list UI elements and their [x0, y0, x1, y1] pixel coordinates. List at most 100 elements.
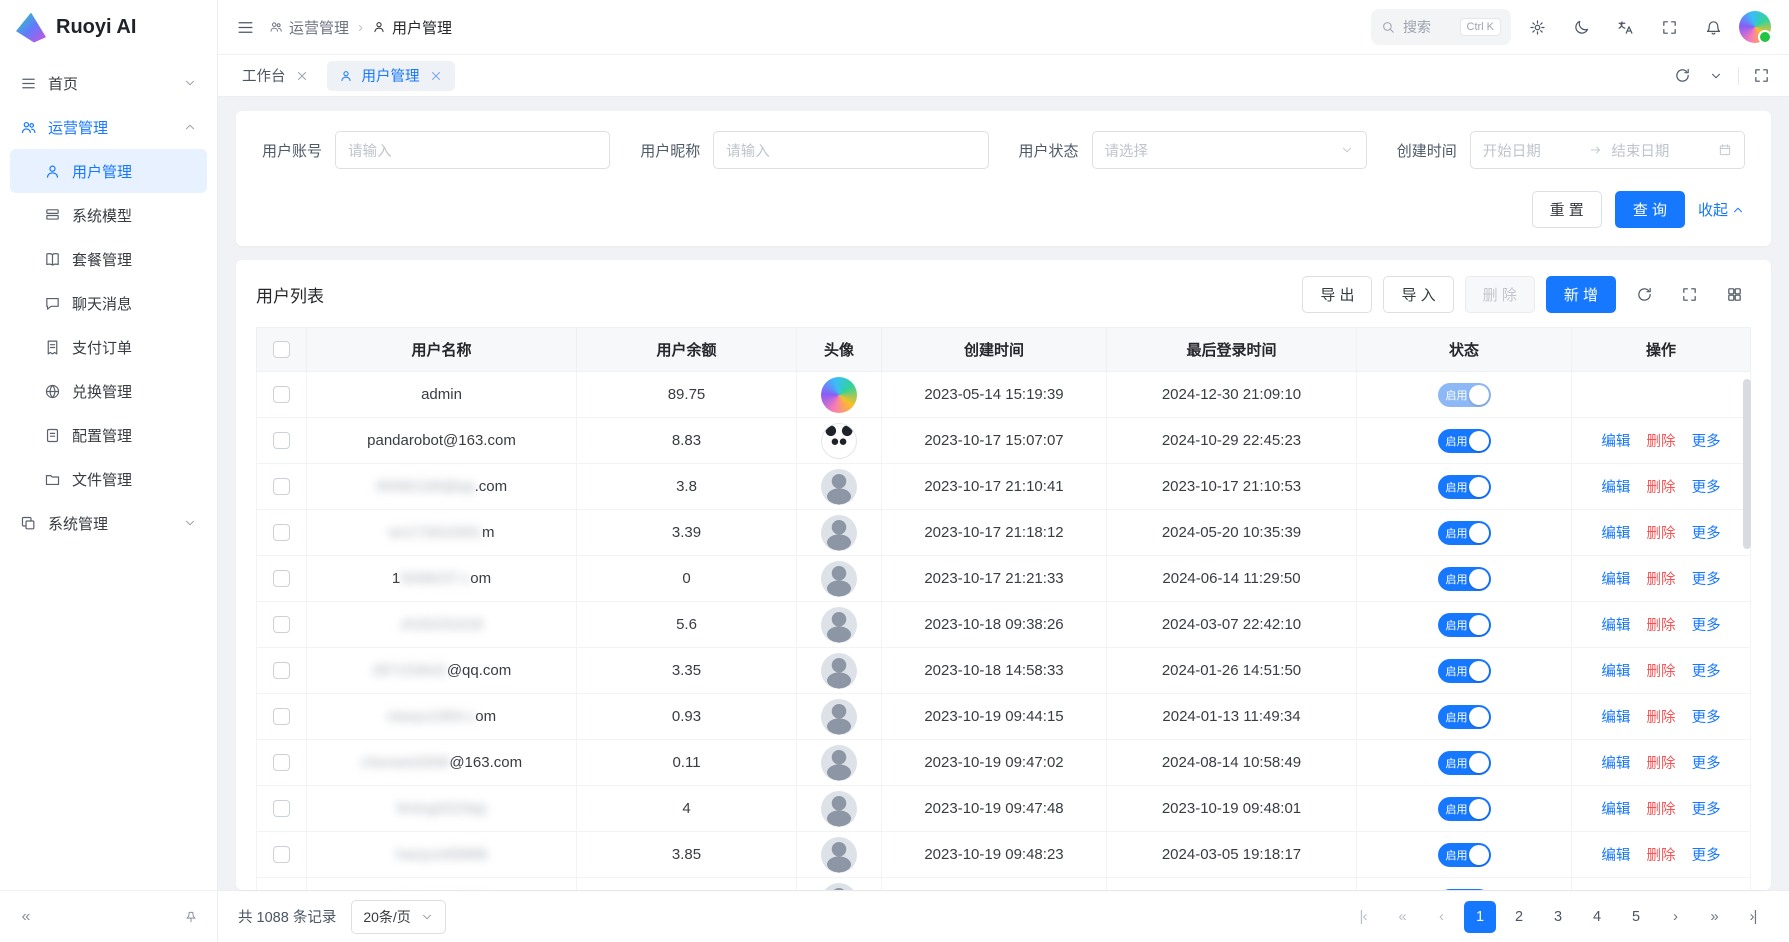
delete-button[interactable]: 删 除 [1465, 276, 1535, 313]
status-toggle[interactable]: 启用 [1438, 659, 1491, 683]
close-tab-button[interactable] [429, 69, 443, 83]
next-pages-button[interactable]: » [1698, 901, 1730, 933]
status-toggle[interactable]: 启用 [1438, 705, 1491, 729]
sidebar-item-system-model[interactable]: 系统模型 [10, 193, 207, 237]
tab-workbench[interactable]: 工作台 [230, 61, 321, 91]
global-search[interactable]: 搜索 Ctrl K [1371, 9, 1511, 45]
row-checkbox[interactable] [273, 800, 290, 817]
delete-link[interactable]: 删除 [1647, 480, 1676, 496]
page-button-5[interactable]: 5 [1620, 901, 1652, 933]
page-button-2[interactable]: 2 [1503, 901, 1535, 933]
edit-link[interactable]: 编辑 [1601, 710, 1630, 726]
edit-link[interactable]: 编辑 [1601, 480, 1630, 496]
next-page-button[interactable]: › [1659, 901, 1691, 933]
more-link[interactable]: 更多 [1692, 526, 1721, 542]
close-tab-button[interactable] [295, 69, 309, 83]
more-link[interactable]: 更多 [1692, 756, 1721, 772]
refresh-table-button[interactable] [1627, 278, 1661, 312]
page-button-3[interactable]: 3 [1542, 901, 1574, 933]
dark-mode-button[interactable] [1563, 9, 1599, 45]
delete-link[interactable]: 删除 [1647, 526, 1676, 542]
nickname-input[interactable]: 请输入 [713, 131, 988, 169]
delete-link[interactable]: 删除 [1647, 848, 1676, 864]
sidebar-item-chat-messages[interactable]: 聊天消息 [10, 281, 207, 325]
status-toggle[interactable]: 启用 [1438, 797, 1491, 821]
query-button[interactable]: 查 询 [1615, 191, 1685, 228]
first-page-button[interactable]: |‹ [1347, 901, 1379, 933]
status-toggle[interactable]: 启用 [1438, 889, 1491, 891]
fullscreen-button[interactable] [1651, 9, 1687, 45]
sidebar-item-exchange-management[interactable]: 兑换管理 [10, 369, 207, 413]
edit-link[interactable]: 编辑 [1601, 664, 1630, 680]
row-checkbox[interactable] [273, 570, 290, 587]
row-checkbox[interactable] [273, 616, 290, 633]
row-checkbox[interactable] [273, 386, 290, 403]
row-checkbox[interactable] [273, 708, 290, 725]
edit-link[interactable]: 编辑 [1601, 618, 1630, 634]
status-select[interactable]: 请选择 [1092, 131, 1367, 169]
edit-link[interactable]: 编辑 [1601, 434, 1630, 450]
prev-page-button[interactable]: ‹ [1425, 901, 1457, 933]
status-toggle[interactable]: 启用 [1438, 475, 1491, 499]
sidebar-item-package-management[interactable]: 套餐管理 [10, 237, 207, 281]
status-toggle[interactable]: 启用 [1438, 613, 1491, 637]
settings-button[interactable] [1519, 9, 1555, 45]
page-button-1[interactable]: 1 [1464, 901, 1496, 933]
notifications-button[interactable] [1695, 9, 1731, 45]
more-link[interactable]: 更多 [1692, 572, 1721, 588]
more-link[interactable]: 更多 [1692, 618, 1721, 634]
delete-link[interactable]: 删除 [1647, 572, 1676, 588]
delete-link[interactable]: 删除 [1647, 664, 1676, 680]
row-checkbox[interactable] [273, 432, 290, 449]
sidebar-collapse-button[interactable]: « [12, 903, 40, 931]
add-button[interactable]: 新 增 [1546, 276, 1616, 313]
refresh-tab-button[interactable] [1666, 60, 1698, 92]
row-checkbox[interactable] [273, 754, 290, 771]
sidebar-item-home[interactable]: 首页 [10, 61, 207, 105]
reset-button[interactable]: 重 置 [1532, 191, 1602, 228]
prev-pages-button[interactable]: « [1386, 901, 1418, 933]
delete-link[interactable]: 删除 [1647, 756, 1676, 772]
sidebar-pin-button[interactable] [177, 903, 205, 931]
sidebar-item-payment-orders[interactable]: 支付订单 [10, 325, 207, 369]
more-link[interactable]: 更多 [1692, 848, 1721, 864]
more-link[interactable]: 更多 [1692, 664, 1721, 680]
tab-user-management[interactable]: 用户管理 [327, 61, 455, 91]
sidebar-item-config-management[interactable]: 配置管理 [10, 413, 207, 457]
status-toggle[interactable]: 启用 [1438, 429, 1491, 453]
sidebar-item-operations[interactable]: 运营管理 [10, 105, 207, 149]
user-avatar[interactable] [1739, 11, 1771, 43]
sidebar-item-file-management[interactable]: 文件管理 [10, 457, 207, 501]
status-toggle[interactable]: 启用 [1438, 521, 1491, 545]
row-checkbox[interactable] [273, 478, 290, 495]
tab-menu-button[interactable] [1700, 60, 1732, 92]
edit-link[interactable]: 编辑 [1601, 756, 1630, 772]
import-button[interactable]: 导 入 [1383, 276, 1453, 313]
delete-link[interactable]: 删除 [1647, 710, 1676, 726]
more-link[interactable]: 更多 [1692, 802, 1721, 818]
language-button[interactable] [1607, 9, 1643, 45]
account-input[interactable]: 请输入 [335, 131, 610, 169]
export-button[interactable]: 导 出 [1302, 276, 1372, 313]
edit-link[interactable]: 编辑 [1601, 848, 1630, 864]
date-range-input[interactable]: 开始日期 结束日期 [1470, 131, 1745, 169]
status-toggle[interactable]: 启用 [1438, 843, 1491, 867]
row-checkbox[interactable] [273, 662, 290, 679]
row-checkbox[interactable] [273, 524, 290, 541]
content-fullscreen-button[interactable] [1745, 60, 1777, 92]
status-toggle[interactable]: 启用 [1438, 567, 1491, 591]
row-checkbox[interactable] [273, 846, 290, 863]
edit-link[interactable]: 编辑 [1601, 802, 1630, 818]
column-settings-button[interactable] [1717, 278, 1751, 312]
status-toggle[interactable]: 启用 [1438, 383, 1491, 407]
table-scrollbar[interactable] [1743, 379, 1751, 549]
page-size-select[interactable]: 20条/页 [351, 900, 445, 934]
app-logo[interactable]: Ruoyi AI [0, 0, 217, 55]
table-fullscreen-button[interactable] [1672, 278, 1706, 312]
status-toggle[interactable]: 启用 [1438, 751, 1491, 775]
last-page-button[interactable]: ›| [1737, 901, 1769, 933]
breadcrumb-operations[interactable]: 运营管理 [269, 17, 349, 38]
edit-link[interactable]: 编辑 [1601, 526, 1630, 542]
menu-toggle-button[interactable] [236, 18, 255, 37]
collapse-filters-link[interactable]: 收起 [1698, 199, 1745, 220]
